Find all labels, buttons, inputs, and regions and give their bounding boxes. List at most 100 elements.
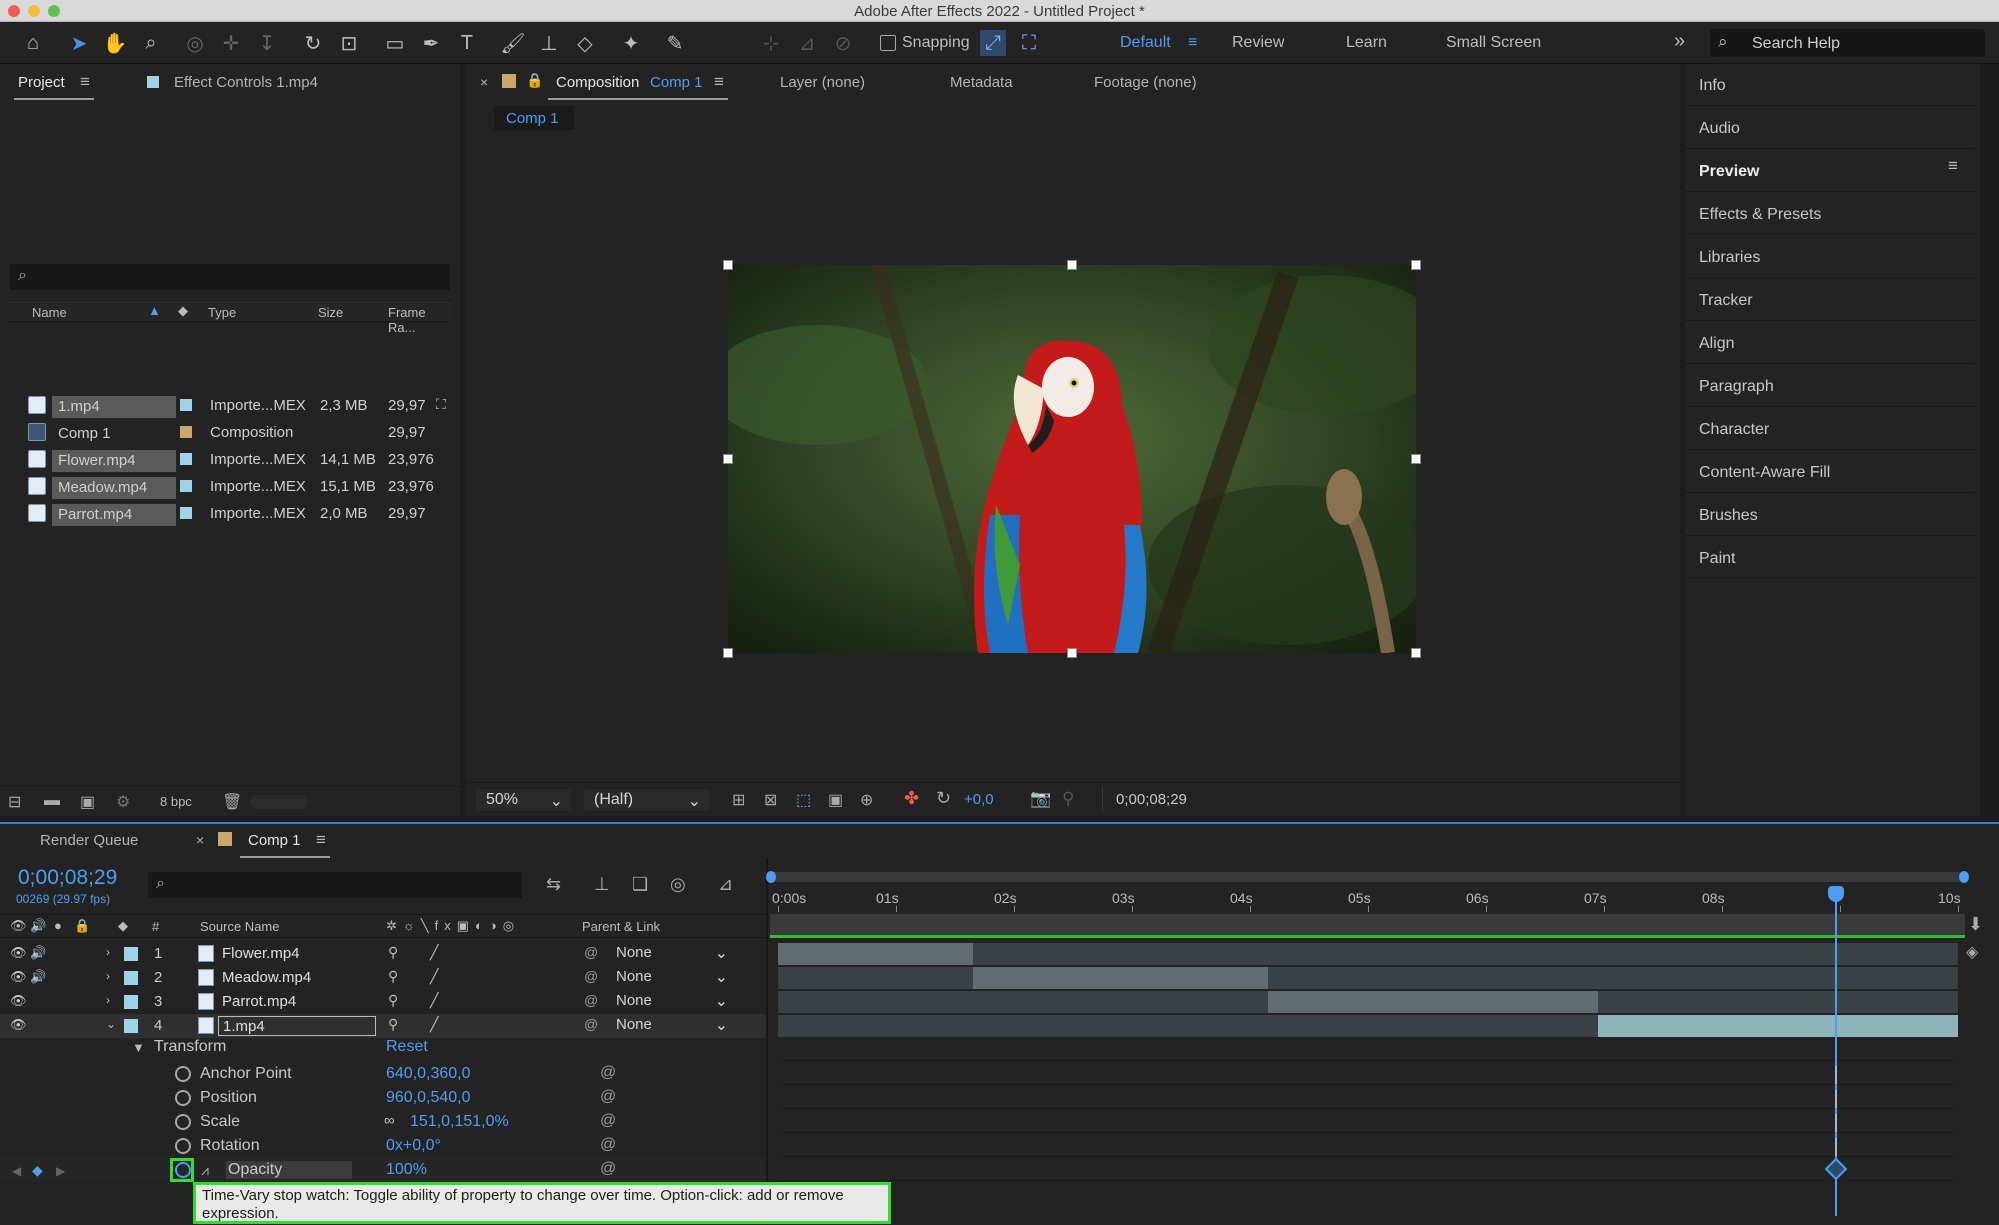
transform-twirl-icon[interactable]: ▼: [132, 1040, 145, 1055]
quality-switch-icon[interactable]: ╱: [430, 968, 438, 985]
trash-icon[interactable]: 🗑: [222, 792, 242, 812]
channel-rgb-icon[interactable]: ✤: [904, 788, 919, 809]
column-type[interactable]: Type: [208, 305, 236, 320]
expression-pick-whip-icon[interactable]: @: [600, 1088, 616, 1106]
layer-duration-bar[interactable]: [778, 943, 973, 965]
layer-duration-bar[interactable]: [1598, 1015, 1958, 1037]
property-value[interactable]: 151,0,151,0%: [410, 1113, 509, 1131]
project-item-row[interactable]: 1.mp4 Importe...MEX 2,3 MB 29,97 ⛶: [8, 392, 446, 418]
panel-item-preview[interactable]: Preview: [1685, 150, 1975, 192]
shy-switch-icon[interactable]: ⚲: [388, 944, 398, 961]
project-item-row[interactable]: Meadow.mp4 Importe...MEX 15,1 MB 23,976: [8, 473, 434, 499]
current-time-display[interactable]: 0;00;08;29: [18, 866, 117, 890]
stopwatch-icon[interactable]: [175, 1114, 191, 1130]
panel-item-tracker[interactable]: Tracker: [1685, 279, 1975, 321]
workspace-default[interactable]: Default: [1120, 34, 1171, 52]
previous-keyframe-icon[interactable]: ◀: [12, 1164, 21, 1178]
transparency-grid-icon[interactable]: ⊠: [764, 790, 777, 810]
brush-tool-icon[interactable]: 🖌: [500, 30, 526, 56]
property-row[interactable]: Scale ∞ 151,0,151,0% @: [0, 1110, 766, 1134]
transform-handle[interactable]: [1067, 648, 1077, 658]
quality-switch-icon[interactable]: ╱: [430, 992, 438, 1009]
hand-tool-icon[interactable]: ✋: [102, 30, 128, 56]
grid-guides-icon[interactable]: ⊕: [860, 790, 873, 810]
work-area-bar[interactable]: [766, 871, 1969, 883]
transform-handle[interactable]: [1411, 454, 1421, 464]
layer-row[interactable]: 👁 🔊 › 2 Meadow.mp4 ⚲ ╱ @ None ⌄: [0, 966, 766, 990]
lock-switch-icon[interactable]: 🔒: [74, 918, 90, 934]
property-value[interactable]: 0x+0,0°: [386, 1137, 441, 1155]
clone-stamp-tool-icon[interactable]: ⊥: [536, 30, 562, 56]
pan-behind-tool-icon[interactable]: ⊡: [336, 30, 362, 56]
pick-whip-icon[interactable]: @: [584, 944, 598, 960]
tab-composition[interactable]: Composition: [556, 74, 639, 91]
layer-name[interactable]: 1.mp4: [218, 1016, 376, 1036]
layer-row[interactable]: 👁 🔊 › 1 Flower.mp4 ⚲ ╱ @ None ⌄: [0, 942, 766, 966]
panel-item-brushes[interactable]: Brushes: [1685, 494, 1975, 536]
layer-duration-bar[interactable]: [972, 967, 1268, 989]
audio-switch-icon[interactable]: 🔊: [30, 918, 46, 934]
label-color-swatch[interactable]: [180, 399, 192, 411]
shy-switch-icon[interactable]: ⚲: [388, 968, 398, 985]
layer-name[interactable]: Parrot.mp4: [218, 992, 376, 1012]
parent-dropdown[interactable]: None ⌄: [608, 967, 734, 989]
property-row[interactable]: Anchor Point 640,0,360,0 @: [0, 1062, 766, 1086]
bit-depth-label[interactable]: 8 bpc: [160, 794, 192, 809]
selection-tool-icon[interactable]: ➤: [66, 30, 92, 56]
panel-item-character[interactable]: Character: [1685, 408, 1975, 450]
tab-timeline-comp[interactable]: Comp 1: [248, 832, 301, 849]
layer-row[interactable]: 👁 ⌄ 4 1.mp4 ⚲ ╱ @ None ⌄: [0, 1014, 766, 1038]
workspace-review[interactable]: Review: [1232, 34, 1284, 52]
workspace-small-screen[interactable]: Small Screen: [1446, 34, 1541, 52]
viewer-timecode[interactable]: 0;00;08;29: [1116, 791, 1187, 808]
frame-blending-icon[interactable]: ◎: [670, 874, 686, 895]
label-color-swatch[interactable]: [180, 453, 192, 465]
roto-brush-tool-icon[interactable]: ✦: [618, 30, 644, 56]
work-area-end-handle[interactable]: [1959, 871, 1969, 883]
panel-item-align[interactable]: Align: [1685, 322, 1975, 364]
mask-visibility-icon[interactable]: ⬚: [796, 790, 811, 810]
workspace-learn[interactable]: Learn: [1346, 34, 1387, 52]
reset-exposure-icon[interactable]: ↻: [936, 788, 951, 809]
property-value[interactable]: 100%: [386, 1161, 427, 1179]
pick-whip-icon[interactable]: @: [584, 992, 598, 1008]
panel-item-content-aware-fill[interactable]: Content-Aware Fill: [1685, 451, 1975, 493]
eye-icon[interactable]: 👁: [10, 1017, 27, 1033]
chevron-right-icon[interactable]: ›: [106, 945, 110, 959]
speaker-icon[interactable]: 🔊: [30, 969, 46, 985]
preview-menu-icon[interactable]: ≡: [1948, 156, 1958, 176]
property-value[interactable]: 960,0,540,0: [386, 1089, 471, 1107]
magnification-dropdown[interactable]: 50% ⌄: [476, 789, 571, 811]
project-settings-icon[interactable]: ⚙: [116, 792, 130, 812]
composition-mini-flowchart-icon[interactable]: ⇆: [546, 874, 561, 895]
parent-dropdown[interactable]: None ⌄: [608, 1015, 734, 1037]
layer-row[interactable]: 👁 › 3 Parrot.mp4 ⚲ ╱ @ None ⌄: [0, 990, 766, 1014]
fast-previews-icon[interactable]: ⊞: [732, 790, 745, 810]
show-snapshot-icon[interactable]: ⚲: [1062, 789, 1074, 809]
eye-icon[interactable]: 👁: [10, 969, 27, 985]
snap-features-icon[interactable]: ⛶: [1016, 30, 1042, 56]
label-tag-icon[interactable]: ◆: [178, 303, 188, 319]
solo-switch-icon[interactable]: ●: [54, 918, 62, 933]
interpret-footage-icon[interactable]: ⊟: [8, 792, 21, 812]
transform-handle[interactable]: [723, 454, 733, 464]
resolution-dropdown[interactable]: (Half) ⌄: [584, 789, 709, 811]
pick-whip-icon[interactable]: @: [584, 968, 598, 984]
pan-camera-icon[interactable]: ✛: [218, 30, 244, 56]
close-tab-icon[interactable]: ×: [196, 832, 204, 848]
layer-name[interactable]: Meadow.mp4: [218, 968, 376, 988]
world-axis-icon[interactable]: ⊿: [794, 30, 820, 56]
graph-editor-icon[interactable]: ⊿: [718, 874, 733, 895]
viewer-menu-icon[interactable]: ≡: [714, 72, 724, 92]
panel-item-info[interactable]: Info: [1685, 64, 1975, 106]
expression-pick-whip-icon[interactable]: @: [600, 1160, 616, 1178]
column-parent-link[interactable]: Parent & Link: [582, 919, 660, 934]
speaker-icon[interactable]: 🔊: [30, 945, 46, 961]
rotation-tool-icon[interactable]: ↻: [300, 30, 326, 56]
parent-dropdown[interactable]: None ⌄: [608, 991, 734, 1013]
timeline-zoom-icon[interactable]: ◈: [1966, 942, 1978, 962]
project-panel-menu-icon[interactable]: ≡: [80, 72, 90, 92]
transform-handle[interactable]: [723, 260, 733, 270]
shy-switch-icon[interactable]: ⚲: [388, 1016, 398, 1033]
transform-handle[interactable]: [1067, 260, 1077, 270]
